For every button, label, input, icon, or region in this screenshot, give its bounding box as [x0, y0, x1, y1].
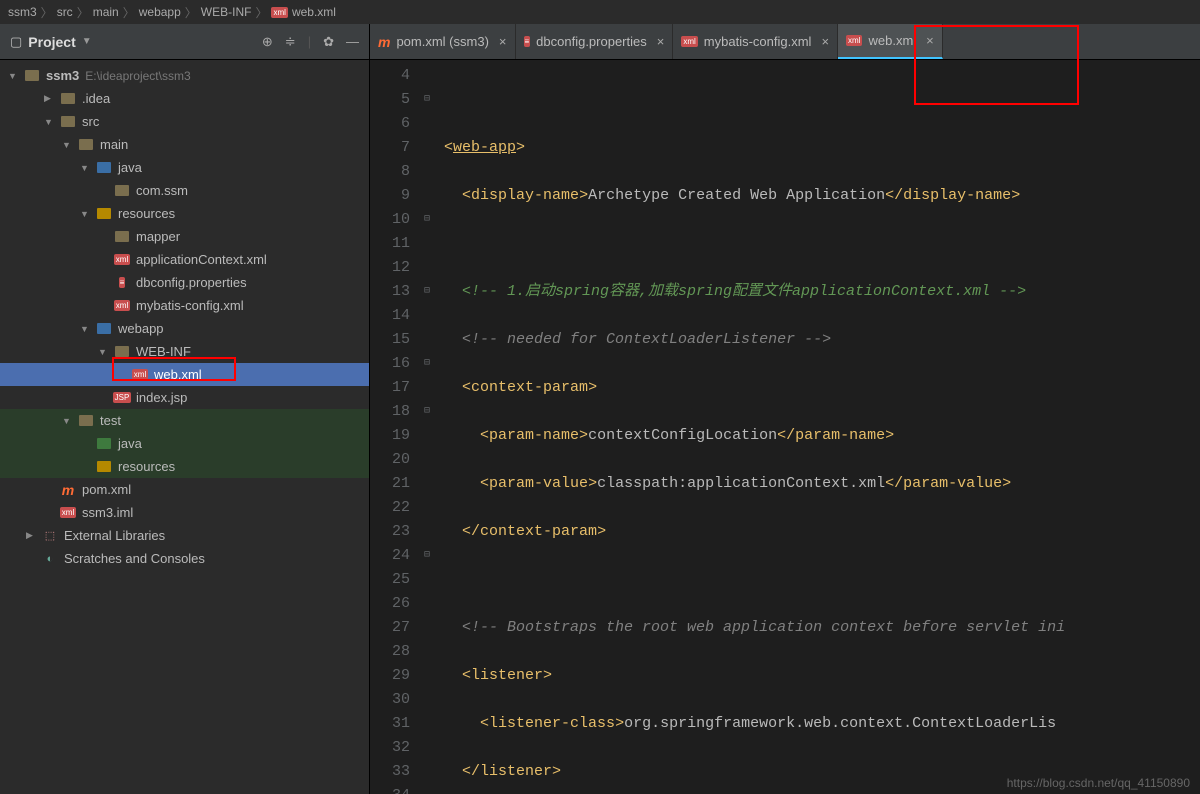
tree-label: web.xml	[154, 367, 202, 382]
tree-root[interactable]: ▼ ssm3 E:\ideaproject\ssm3	[0, 64, 369, 87]
tree-item-resources[interactable]: resources	[0, 455, 369, 478]
close-icon[interactable]: ×	[657, 34, 665, 49]
maven-icon: m	[378, 34, 390, 50]
tree-item-src[interactable]: ▼src	[0, 110, 369, 133]
tree-item-resources[interactable]: ▼resources	[0, 202, 369, 225]
tree-label: mapper	[136, 229, 180, 244]
watermark: https://blog.csdn.net/qq_41150890	[1007, 776, 1190, 790]
tree-item-applicationContext-xml[interactable]: xml applicationContext.xml	[0, 248, 369, 271]
tree-item-com-ssm[interactable]: com.ssm	[0, 179, 369, 202]
folder-icon	[114, 183, 130, 199]
prop-icon: ≡	[524, 36, 531, 47]
tree-label: pom.xml	[82, 482, 131, 497]
tree-label: ssm3.iml	[82, 505, 133, 520]
tab-label: mybatis-config.xml	[704, 34, 812, 49]
tree-label: resources	[118, 459, 175, 474]
tree-item--idea[interactable]: ▶.idea	[0, 87, 369, 110]
xml-icon: xml	[132, 367, 148, 383]
tree-item-java[interactable]: java	[0, 432, 369, 455]
tab-mybatis-config-xml[interactable]: xml mybatis-config.xml ×	[673, 24, 838, 59]
tree-item-web-xml[interactable]: xml web.xml	[0, 363, 369, 386]
tree-item-webapp[interactable]: ▼webapp	[0, 317, 369, 340]
project-icon: ▢	[10, 34, 22, 50]
jsp-icon: JSP	[114, 390, 130, 406]
xml-icon: xml	[114, 298, 130, 314]
tree-label: src	[82, 114, 99, 129]
hide-icon[interactable]: —	[346, 34, 359, 49]
editor-area: mpom.xml (ssm3)×≡dbconfig.properties×xml…	[370, 24, 1200, 794]
tree-label: Scratches and Consoles	[64, 551, 205, 566]
tree-item-index-jsp[interactable]: JSP index.jsp	[0, 386, 369, 409]
tree-item-Scratches and Consoles[interactable]: ◐ Scratches and Consoles	[0, 547, 369, 570]
tree-label: mybatis-config.xml	[136, 298, 244, 313]
panel-title: Project	[28, 34, 75, 50]
tab-bar: mpom.xml (ssm3)×≡dbconfig.properties×xml…	[370, 24, 1200, 60]
tree-label: .idea	[82, 91, 110, 106]
breadcrumb: ssm3〉 src〉 main〉 webapp〉 WEB-INF〉 xml we…	[0, 0, 1200, 24]
tree-label: WEB-INF	[136, 344, 191, 359]
tree-label: java	[118, 160, 142, 175]
tree-label: resources	[118, 206, 175, 221]
tree-item-test[interactable]: ▼test	[0, 409, 369, 432]
folder-icon	[60, 91, 76, 107]
tree-label: applicationContext.xml	[136, 252, 267, 267]
line-gutter: 4567891011121314151617181920212223242526…	[370, 60, 418, 794]
folder-yellow-icon	[96, 459, 112, 475]
expand-icon[interactable]: ≑	[285, 34, 296, 50]
tree-item-pom-xml[interactable]: m pom.xml	[0, 478, 369, 501]
folder-green-icon	[96, 436, 112, 452]
folder-yellow-icon	[96, 206, 112, 222]
tree-item-main[interactable]: ▼main	[0, 133, 369, 156]
fold-column: ⊟⊟⊟⊟⊟⊟	[418, 60, 436, 794]
close-icon[interactable]: ×	[926, 33, 934, 48]
folder-icon	[114, 344, 130, 360]
folder-icon	[78, 413, 94, 429]
tab-label: pom.xml (ssm3)	[396, 34, 488, 49]
lib-icon: ⬚	[42, 528, 58, 544]
panel-header: ▢ Project ▼ ⊕ ≑ | ✿ —	[0, 24, 369, 60]
folder-icon	[114, 229, 130, 245]
tab-web-xml[interactable]: xml web.xml ×	[838, 24, 943, 59]
folder-blue-icon	[96, 160, 112, 176]
tree-label: test	[100, 413, 121, 428]
xml-icon: xml	[846, 35, 862, 46]
tree-label: java	[118, 436, 142, 451]
xml-icon: xml	[681, 36, 697, 47]
project-panel: ▢ Project ▼ ⊕ ≑ | ✿ — ▼ ssm3 E:\ideaproj…	[0, 24, 370, 794]
tree-item-ssm3-iml[interactable]: xml ssm3.iml	[0, 501, 369, 524]
tab-label: dbconfig.properties	[536, 34, 647, 49]
tree-label: com.ssm	[136, 183, 188, 198]
code-editor[interactable]: <web-app> <display-name>Archetype Create…	[436, 60, 1200, 794]
tree-item-WEB-INF[interactable]: ▼WEB-INF	[0, 340, 369, 363]
tree-label: dbconfig.properties	[136, 275, 247, 290]
tab-dbconfig-properties[interactable]: ≡ dbconfig.properties ×	[516, 24, 674, 59]
tree-label: main	[100, 137, 128, 152]
tree-label: External Libraries	[64, 528, 165, 543]
close-icon[interactable]: ×	[821, 34, 829, 49]
target-icon[interactable]: ⊕	[262, 34, 273, 50]
tree-label: index.jsp	[136, 390, 187, 405]
tree-item-mybatis-config-xml[interactable]: xml mybatis-config.xml	[0, 294, 369, 317]
scratch-icon: ◐	[42, 551, 58, 567]
close-icon[interactable]: ×	[499, 34, 507, 49]
tab-pom-xml--ssm3-[interactable]: m pom.xml (ssm3) ×	[370, 24, 516, 59]
m-icon: m	[60, 482, 76, 498]
xml-icon: xml	[60, 505, 76, 521]
dropdown-arrow-icon[interactable]: ▼	[82, 36, 92, 47]
tree-label: webapp	[118, 321, 164, 336]
tree-item-External Libraries[interactable]: ▶⬚External Libraries	[0, 524, 369, 547]
folder-icon	[60, 114, 76, 130]
gear-icon[interactable]: ✿	[323, 34, 334, 50]
xml-icon: xml	[271, 7, 287, 18]
project-tree: ▼ ssm3 E:\ideaproject\ssm3 ▶.idea▼src▼ma…	[0, 60, 369, 794]
tree-item-dbconfig-properties[interactable]: ≡ dbconfig.properties	[0, 271, 369, 294]
folder-blue-icon	[96, 321, 112, 337]
folder-icon	[78, 137, 94, 153]
tree-item-java[interactable]: ▼java	[0, 156, 369, 179]
tab-label: web.xml	[868, 33, 916, 48]
tree-item-mapper[interactable]: mapper	[0, 225, 369, 248]
prop-icon: ≡	[114, 275, 130, 291]
xml-icon: xml	[114, 252, 130, 268]
